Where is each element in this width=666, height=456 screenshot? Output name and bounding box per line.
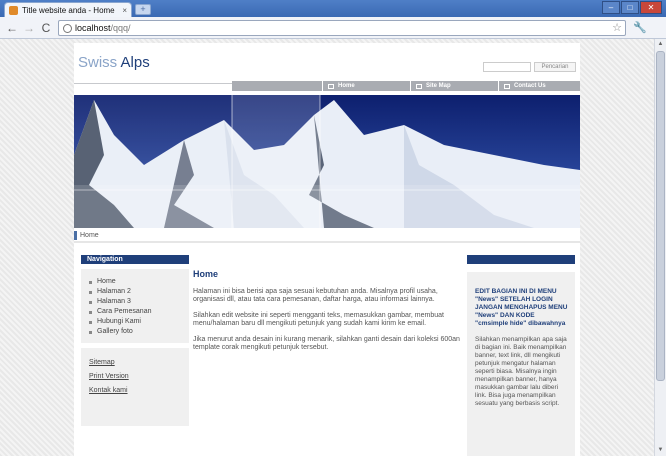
bullet-icon — [89, 280, 92, 284]
bookmark-star-icon[interactable]: ☆ — [612, 21, 622, 35]
scroll-down-icon[interactable]: ▼ — [655, 445, 666, 456]
content-paragraph: Silahkan edit website ini seperti mengga… — [193, 312, 444, 327]
reload-button[interactable]: C — [38, 20, 54, 36]
close-window-button[interactable]: ✕ — [640, 1, 662, 14]
nav-item-hubungi-kami[interactable]: Hubungi Kami — [89, 317, 189, 327]
bullet-icon — [89, 300, 92, 304]
maximize-button[interactable]: □ — [621, 1, 639, 14]
divider — [74, 83, 232, 84]
vertical-scrollbar[interactable]: ▲ ▼ — [654, 39, 666, 456]
new-tab-button[interactable]: + — [135, 4, 151, 15]
bullet-icon — [89, 330, 92, 334]
page-viewport: Swiss Alps Pencarian Home Site Map Conta… — [0, 39, 654, 456]
kontak-kami-link[interactable]: Kontak kami — [89, 384, 189, 398]
bullet-icon — [89, 310, 92, 314]
nav-item-home[interactable]: Home — [89, 277, 189, 287]
sitemap-icon — [416, 83, 422, 89]
top-menu: Home Site Map Contact Us — [232, 81, 580, 91]
address-bar[interactable]: localhost/qqq/ ☆ — [58, 20, 626, 36]
scrollbar-thumb[interactable] — [656, 51, 665, 381]
nav-item-cara-pemesanan[interactable]: Cara Pemesanan — [89, 307, 189, 317]
title-bar: Title website anda - Home × + – □ ✕ — [0, 0, 666, 17]
favicon-icon — [9, 5, 18, 15]
breadcrumb-text: Home — [80, 231, 99, 239]
wrench-icon[interactable]: 🔧 — [632, 20, 648, 36]
left-sidebar: Navigation Home Halaman 2 Halaman 3 Cara… — [81, 255, 189, 426]
browser-tab[interactable]: Title website anda - Home × — [4, 2, 132, 17]
nav-item-halaman-3[interactable]: Halaman 3 — [89, 297, 189, 307]
search-button[interactable]: Pencarian — [534, 62, 576, 72]
right-heading-bar — [467, 255, 575, 264]
minimize-button[interactable]: – — [602, 1, 620, 14]
site-logo[interactable]: Swiss Alps — [78, 54, 150, 71]
divider — [74, 241, 580, 243]
menu-item-home[interactable]: Home — [322, 81, 410, 91]
header-banner-image — [74, 95, 580, 228]
forward-button[interactable]: → — [21, 20, 37, 36]
back-button[interactable]: ← — [4, 20, 20, 36]
nav-list: Home Halaman 2 Halaman 3 Cara Pemesanan … — [81, 269, 189, 343]
menu-item-contact-us[interactable]: Contact Us — [498, 81, 580, 91]
news-text: Silahkan menampilkan apa saja di bagian … — [475, 336, 567, 407]
news-box: EDIT BAGIAN INI DI MENU "News" SETELAH L… — [467, 272, 575, 456]
content-paragraph: Halaman ini bisa berisi apa saja sesuai … — [193, 288, 438, 303]
news-instruction: EDIT BAGIAN INI DI MENU "News" SETELAH L… — [475, 288, 568, 327]
bullet-icon — [89, 320, 92, 324]
tab-title: Title website anda - Home — [22, 5, 115, 15]
search-input[interactable] — [483, 62, 531, 72]
website: Swiss Alps Pencarian Home Site Map Conta… — [74, 43, 580, 456]
main-content: Home Halaman ini bisa berisi apa saja se… — [193, 269, 463, 360]
bullet-icon — [89, 290, 92, 294]
footer-links: Sitemap Print Version Kontak kami — [81, 348, 189, 426]
home-icon — [328, 83, 334, 89]
sitemap-link[interactable]: Sitemap — [89, 356, 189, 370]
nav-heading: Navigation — [81, 255, 189, 264]
menu-item-site-map[interactable]: Site Map — [410, 81, 498, 91]
content-paragraph: Jika menurut anda desain ini kurang mena… — [193, 336, 460, 351]
page-title: Home — [193, 269, 219, 279]
print-version-link[interactable]: Print Version — [89, 370, 189, 384]
nav-item-halaman-2[interactable]: Halaman 2 — [89, 287, 189, 297]
tab-close-icon[interactable]: × — [122, 6, 127, 15]
browser-toolbar: ← → C localhost/qqq/ ☆ 🔧 — [0, 17, 666, 39]
nav-item-gallery-foto[interactable]: Gallery foto — [89, 327, 189, 337]
breadcrumb-marker — [74, 230, 77, 240]
scroll-up-icon[interactable]: ▲ — [655, 39, 666, 50]
mail-icon — [504, 83, 510, 89]
right-sidebar: EDIT BAGIAN INI DI MENU "News" SETELAH L… — [467, 255, 575, 456]
globe-icon — [63, 23, 72, 33]
url-text: localhost/qqq/ — [75, 23, 131, 33]
breadcrumb: Home — [74, 230, 99, 240]
